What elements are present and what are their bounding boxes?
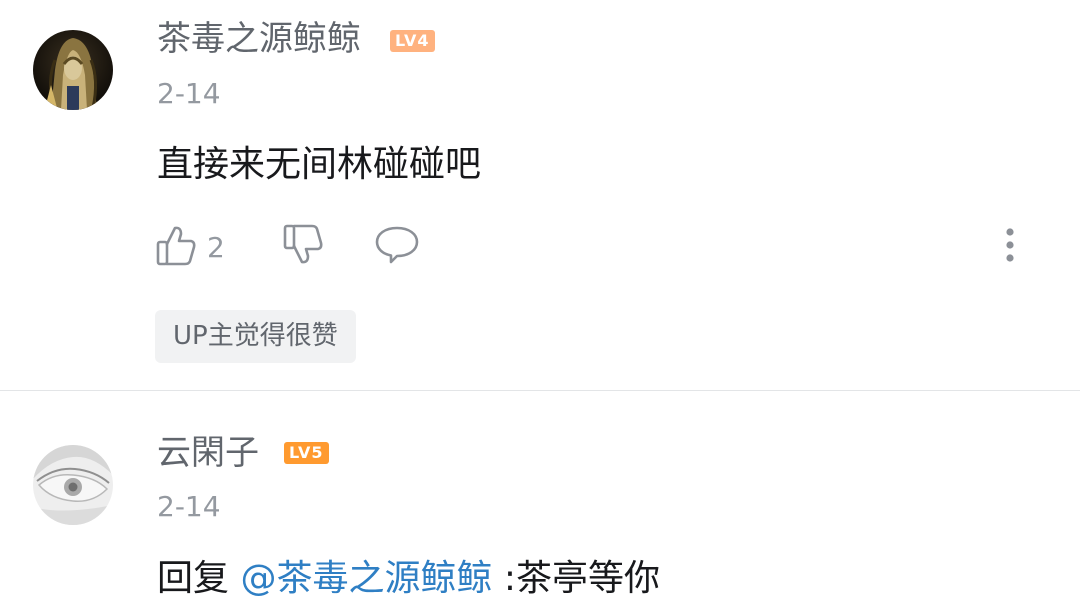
avatar[interactable] (33, 30, 113, 110)
comment-date: 2-14 (157, 77, 221, 110)
vertical-dots-icon (1005, 227, 1015, 267)
level-badge: LV4 (390, 30, 435, 52)
like-count: 2 (207, 230, 225, 264)
comment-item: 云閑子 LV5 2-14 回复 @茶毒之源鲸鲸 :茶亭等你 (0, 391, 1080, 606)
level-badge: LV5 (284, 442, 329, 464)
thumbs-down-icon (282, 223, 324, 271)
username[interactable]: 云閑子 (157, 436, 259, 470)
up-liked-tag: UP主觉得很赞 (155, 310, 356, 363)
comment-bubble-icon (374, 224, 420, 270)
reply-button[interactable] (374, 222, 420, 272)
reply-text: :茶亭等你 (492, 558, 661, 599)
comment-actions: 2 (0, 222, 1080, 272)
dislike-button[interactable] (282, 222, 324, 272)
mention-link[interactable]: @茶毒之源鲸鲸 (240, 558, 492, 599)
username[interactable]: 茶毒之源鲸鲸 (157, 22, 361, 56)
thumbs-up-icon (155, 223, 197, 271)
reply-prefix: 回复 (157, 558, 241, 599)
comment-item: 茶毒之源鲸鲸 LV4 2-14 直接来无间林碰碰吧 2 UP主觉得很赞 (0, 0, 1080, 390)
comment-text: 直接来无间林碰碰吧 (157, 144, 482, 185)
comment-list: 茶毒之源鲸鲸 LV4 2-14 直接来无间林碰碰吧 2 UP主觉得很赞 云閑子 … (0, 0, 1080, 606)
comment-text: 回复 @茶毒之源鲸鲸 :茶亭等你 (157, 561, 660, 597)
avatar[interactable] (33, 445, 113, 525)
comment-date: 2-14 (157, 490, 221, 523)
more-options-button[interactable] (996, 222, 1024, 272)
like-button[interactable]: 2 (155, 222, 225, 272)
